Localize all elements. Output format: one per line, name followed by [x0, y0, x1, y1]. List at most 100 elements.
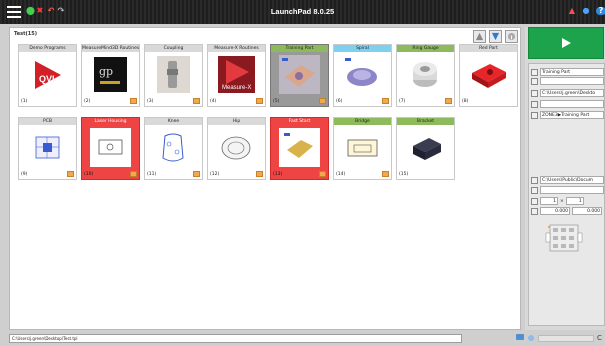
- printer-icon[interactable]: [531, 100, 538, 108]
- program-tile[interactable]: Bracket (15): [396, 117, 455, 180]
- pcb-thumbnail: [27, 128, 68, 167]
- report-field[interactable]: [540, 100, 604, 108]
- tile-number: (9): [21, 172, 28, 177]
- program-grid-panel: Test(15) Demo Programs QVI (1) MeasureMi…: [9, 27, 521, 330]
- spiral-thumbnail: [342, 55, 383, 94]
- ring-gauge-thumbnail: [405, 55, 446, 94]
- tile-number: (4): [210, 99, 217, 104]
- tile-number: (8): [462, 99, 469, 104]
- tile-number: (3): [147, 99, 154, 104]
- tile-title: PCB: [19, 118, 76, 125]
- user-icon[interactable]: ●: [582, 7, 590, 15]
- info-icon[interactable]: [531, 77, 538, 85]
- help-corner-icon[interactable]: C: [597, 334, 602, 342]
- status-path: C:\Users\j.green\Desktop\Test.tpl: [9, 334, 462, 343]
- program-tile[interactable]: Training Part (5): [270, 44, 329, 107]
- laser-housing-thumbnail: [90, 128, 131, 167]
- tile-number: (5): [273, 99, 280, 104]
- warning-icon[interactable]: ▲: [568, 7, 576, 15]
- program-tile[interactable]: PCB (9): [18, 117, 77, 180]
- offset-b-field[interactable]: 0.000: [572, 207, 602, 215]
- count-icon[interactable]: [531, 197, 538, 205]
- tile-number: (7): [399, 99, 406, 104]
- tile-title: Laser Housing: [82, 118, 139, 125]
- run-button[interactable]: [528, 27, 604, 59]
- help-icon[interactable]: ?: [596, 7, 605, 15]
- tile-title: Measure-X Routines: [208, 45, 265, 52]
- program-tile[interactable]: Red Part (8): [459, 44, 518, 107]
- tile-badge: [319, 98, 326, 104]
- fixture-grid-icon[interactable]: [545, 222, 583, 254]
- program-tile[interactable]: Knee (11): [144, 117, 203, 180]
- hip-thumbnail: [216, 128, 257, 167]
- tile-badge: [193, 171, 200, 177]
- offset-icon[interactable]: [531, 207, 538, 215]
- program-tile[interactable]: Fast Start (13): [270, 117, 329, 180]
- program-name-field[interactable]: Training Part: [540, 68, 604, 76]
- tile-number: (1): [21, 99, 28, 104]
- measuremind-thumbnail: gp: [90, 55, 131, 94]
- tile-title: Training Part: [271, 45, 328, 52]
- qvi-logo-thumbnail: QVI: [27, 55, 68, 94]
- tile-title: Spiral: [334, 45, 391, 52]
- program-tile[interactable]: Coupling (3): [144, 44, 203, 107]
- description-field[interactable]: [540, 77, 604, 85]
- program-tile[interactable]: Bridge (14): [333, 117, 392, 180]
- notes-field[interactable]: [540, 186, 604, 194]
- nav-arrows: [473, 30, 518, 43]
- offset-a-field[interactable]: 0.000: [540, 207, 570, 215]
- program-tile[interactable]: Ring Gauge (7): [396, 44, 455, 107]
- tile-title: Bridge: [334, 118, 391, 125]
- program-tile[interactable]: Hip (12): [207, 117, 266, 180]
- info-button[interactable]: [505, 30, 518, 43]
- tile-title: MeasureMind3D Routines: [82, 45, 139, 52]
- edit-icon[interactable]: [531, 68, 538, 76]
- output-path-field[interactable]: C:\Users\Public\Docum: [540, 176, 604, 184]
- routine-icon[interactable]: [531, 111, 538, 119]
- tile-badge: [256, 171, 263, 177]
- tile-badge: [130, 171, 137, 177]
- red-part-thumbnail: [468, 55, 509, 94]
- program-tile[interactable]: Demo Programs QVI (1): [18, 44, 77, 107]
- program-tile[interactable]: MeasureMind3D Routines gp (2): [81, 44, 140, 107]
- fast-start-thumbnail: [279, 128, 320, 167]
- program-tile[interactable]: Laser Housing (10): [81, 117, 140, 180]
- tile-badge: [130, 98, 137, 104]
- training-part-thumbnail: [279, 55, 320, 94]
- count-b-field[interactable]: 1: [565, 197, 584, 205]
- monitor-icon[interactable]: [516, 334, 524, 342]
- program-tile[interactable]: Measure-X Routines Measure-X (4): [207, 44, 266, 107]
- image-icon[interactable]: [531, 89, 538, 97]
- routine-path-field[interactable]: ZONE3▶Training Part: [540, 111, 604, 119]
- title-bar: ⬤ ✖ ↶ ↷ LaunchPad 8.0.25 ▲ ● ?: [0, 0, 605, 24]
- document-icon[interactable]: [531, 186, 538, 194]
- panel-heading: Test(15): [14, 31, 38, 37]
- scroll-up-button[interactable]: [473, 30, 486, 43]
- status-field: [538, 335, 594, 342]
- times-label: ×: [560, 198, 564, 204]
- tile-number: (11): [147, 172, 157, 177]
- tile-title: Fast Start: [271, 118, 328, 125]
- tile-number: (15): [399, 172, 409, 177]
- status-icon[interactable]: [527, 334, 535, 342]
- svg-text:gp: gp: [99, 65, 113, 78]
- count-a-field[interactable]: 1: [540, 197, 558, 205]
- tile-badge: [319, 171, 326, 177]
- tile-badge: [445, 98, 452, 104]
- scroll-down-button[interactable]: [489, 30, 502, 43]
- tile-number: (14): [336, 172, 346, 177]
- tile-title: Ring Gauge: [397, 45, 454, 52]
- folder-icon[interactable]: [531, 176, 538, 184]
- tile-badge: [382, 171, 389, 177]
- program-tile[interactable]: Spiral (6): [333, 44, 392, 107]
- tile-number: (2): [84, 99, 91, 104]
- coupling-thumbnail: [153, 55, 194, 94]
- tile-badge: [256, 98, 263, 104]
- play-icon: [562, 38, 571, 48]
- tile-title: Red Part: [460, 45, 517, 52]
- image-path-field[interactable]: C:\Users\j.green\Deskto: [540, 89, 604, 97]
- tile-number: (10): [84, 172, 94, 177]
- tile-number: (13): [273, 172, 283, 177]
- tile-title: Hip: [208, 118, 265, 125]
- properties-panel: Training Part C:\Users\j.green\Deskto ZO…: [528, 63, 605, 326]
